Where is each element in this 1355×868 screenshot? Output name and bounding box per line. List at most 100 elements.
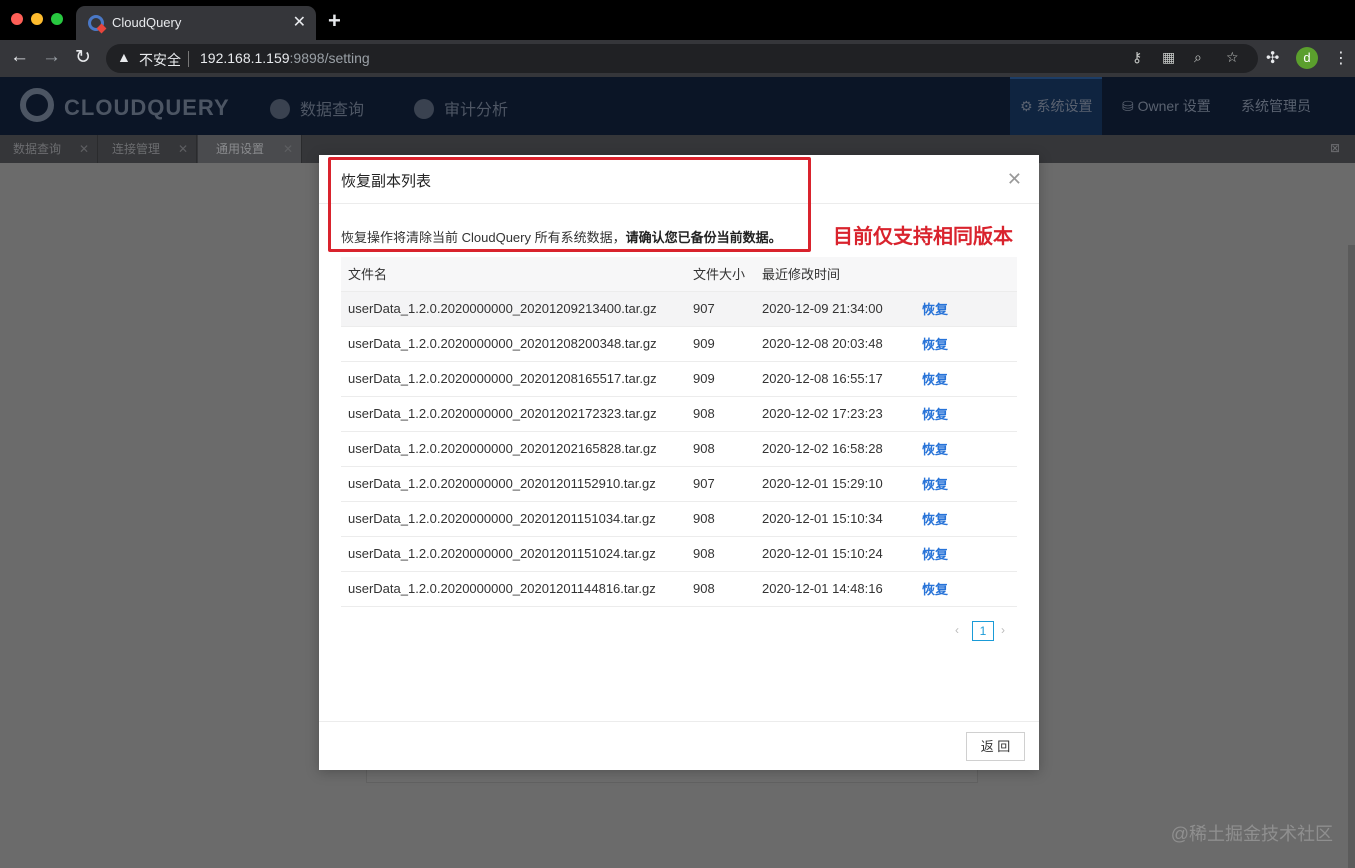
window-close-button[interactable] [11,13,23,25]
tab-close-icon[interactable]: ✕ [293,12,306,32]
restore-link[interactable]: 恢复 [922,407,948,422]
collapse-tabs-icon[interactable]: ⊠ [1330,141,1340,155]
bookmark-star-icon[interactable]: ☆ [1226,49,1239,66]
back-button[interactable]: 返 回 [966,732,1025,761]
cell-file-name: userData_1.2.0.2020000000_20201201151034… [341,501,686,537]
key-icon[interactable]: ⚷ [1132,49,1142,66]
restore-link[interactable]: 恢复 [922,512,948,527]
cell-modified-time: 2020-12-09 21:34:00 [755,291,915,327]
cell-action: 恢复 [915,466,1017,502]
cell-file-size: 907 [686,291,755,327]
browser-titlebar: CloudQuery ✕ + [0,0,1355,40]
restore-link[interactable]: 恢复 [922,582,948,597]
warning-prefix: 恢复操作将清除当前 CloudQuery 所有系统数据， [341,230,626,245]
warning-triangle-icon[interactable]: ▲ [117,49,131,65]
nav-data-query[interactable]: 数据查询 [270,96,364,120]
forward-arrow-icon[interactable]: → [42,46,61,68]
cell-action: 恢复 [915,536,1017,572]
close-icon[interactable]: ✕ [1007,169,1022,190]
restore-copies-modal: 恢复副本列表 ✕ 恢复操作将清除当前 CloudQuery 所有系统数据，请确认… [319,155,1039,770]
restore-link[interactable]: 恢复 [922,372,948,387]
new-tab-button[interactable]: + [328,8,341,34]
nav-owner-settings[interactable]: ⛁ Owner 设置 [1112,77,1221,135]
cell-action: 恢复 [915,326,1017,362]
table-row: userData_1.2.0.2020000000_20201201151024… [341,536,1017,572]
nav-system-settings-label: 系统设置 [1036,98,1093,114]
address-bar[interactable]: ▲ 不安全 192.168.1.159:9898/setting ⚷ ▦ ⌕ ☆ [106,44,1258,73]
url-path: :9898/setting [289,50,370,66]
profile-avatar[interactable]: d [1296,47,1318,69]
nav-admin[interactable]: 系统管理员 [1231,77,1321,135]
annotation-text: 目前仅支持相同版本 [833,226,1013,248]
zoom-icon[interactable]: ⌕ [1194,49,1202,66]
cell-file-name: userData_1.2.0.2020000000_20201202165828… [341,431,686,467]
nav-system-settings[interactable]: ⚙ 系统设置 [1010,77,1103,135]
restore-link[interactable]: 恢复 [922,477,948,492]
page-tab-general-settings[interactable]: 通用设置 ✕ [198,135,302,163]
insecure-label[interactable]: 不安全 [139,50,181,70]
cell-modified-time: 2020-12-08 16:55:17 [755,361,915,397]
logo-text: CLOUDQUERY [64,95,230,120]
browser-tab[interactable]: CloudQuery ✕ [76,6,316,40]
window-zoom-button[interactable] [51,13,63,25]
cell-file-size: 909 [686,361,755,397]
cell-action: 恢复 [915,431,1017,467]
cell-modified-time: 2020-12-01 15:10:24 [755,536,915,572]
cell-modified-time: 2020-12-01 14:48:16 [755,571,915,607]
close-icon[interactable]: ✕ [178,135,188,163]
divider [319,721,1039,722]
divider [319,203,1039,204]
cell-action: 恢复 [915,396,1017,432]
modal-title: 恢复副本列表 [341,173,432,190]
cell-file-name: userData_1.2.0.2020000000_20201201152910… [341,466,686,502]
url-separator [188,51,189,67]
url-text[interactable]: 192.168.1.159:9898/setting [200,50,370,66]
table-body: userData_1.2.0.2020000000_20201209213400… [341,291,1017,607]
cell-modified-time: 2020-12-02 16:58:28 [755,431,915,467]
cell-action: 恢复 [915,571,1017,607]
close-icon[interactable]: ✕ [79,135,89,163]
table-row: userData_1.2.0.2020000000_20201201144816… [341,571,1017,607]
cell-modified-time: 2020-12-01 15:29:10 [755,466,915,502]
table-row: userData_1.2.0.2020000000_20201208165517… [341,361,1017,397]
cell-file-size: 909 [686,326,755,362]
restore-link[interactable]: 恢复 [922,442,948,457]
warning-emphasis: 请确认您已备份当前数据。 [625,230,782,245]
restore-link[interactable]: 恢复 [922,547,948,562]
backup-files-table: 文件名 文件大小 最近修改时间 userData_1.2.0.202000000… [341,257,1017,607]
browser-menu-icon[interactable]: ⋮ [1333,48,1349,68]
restore-link[interactable]: 恢复 [922,337,948,352]
audit-chart-icon [414,99,434,119]
nav-owner-settings-label: Owner 设置 [1137,98,1211,114]
close-icon[interactable]: ✕ [283,135,293,163]
nav-audit-label: 审计分析 [444,102,509,119]
cell-action: 恢复 [915,501,1017,537]
reload-icon[interactable]: ↻ [75,46,91,69]
cloudquery-favicon-icon [88,15,104,31]
cell-file-name: userData_1.2.0.2020000000_20201208200348… [341,326,686,362]
data-query-icon [270,99,290,119]
next-page-icon[interactable]: › [1001,623,1005,637]
page-tab-connections[interactable]: 连接管理 ✕ [99,135,197,163]
cell-file-name: userData_1.2.0.2020000000_20201208165517… [341,361,686,397]
column-header-action [915,257,1017,292]
page-tab-label: 数据查询 [13,142,62,156]
translate-icon[interactable]: ▦ [1162,49,1175,66]
table-row: userData_1.2.0.2020000000_20201201151034… [341,501,1017,537]
settings-users-icon: ⚙ [1020,98,1037,114]
cell-modified-time: 2020-12-01 15:10:34 [755,501,915,537]
cell-file-size: 908 [686,536,755,572]
extensions-puzzle-icon[interactable]: ✣ [1266,48,1279,68]
page-tab-data-query[interactable]: 数据查询 ✕ [0,135,98,163]
prev-page-icon[interactable]: ‹ [955,623,959,637]
nav-audit[interactable]: 审计分析 [414,96,508,120]
owner-icon: ⛁ [1122,98,1138,114]
page-scrollbar[interactable] [1348,245,1355,868]
page-number-current[interactable]: 1 [972,621,994,641]
cell-file-name: userData_1.2.0.2020000000_20201202172323… [341,396,686,432]
warning-message: 恢复操作将清除当前 CloudQuery 所有系统数据，请确认您已备份当前数据。 [341,227,782,246]
window-minimize-button[interactable] [31,13,43,25]
back-arrow-icon[interactable]: ← [10,46,29,68]
restore-link[interactable]: 恢复 [922,302,948,317]
nav-data-query-label: 数据查询 [300,102,365,119]
